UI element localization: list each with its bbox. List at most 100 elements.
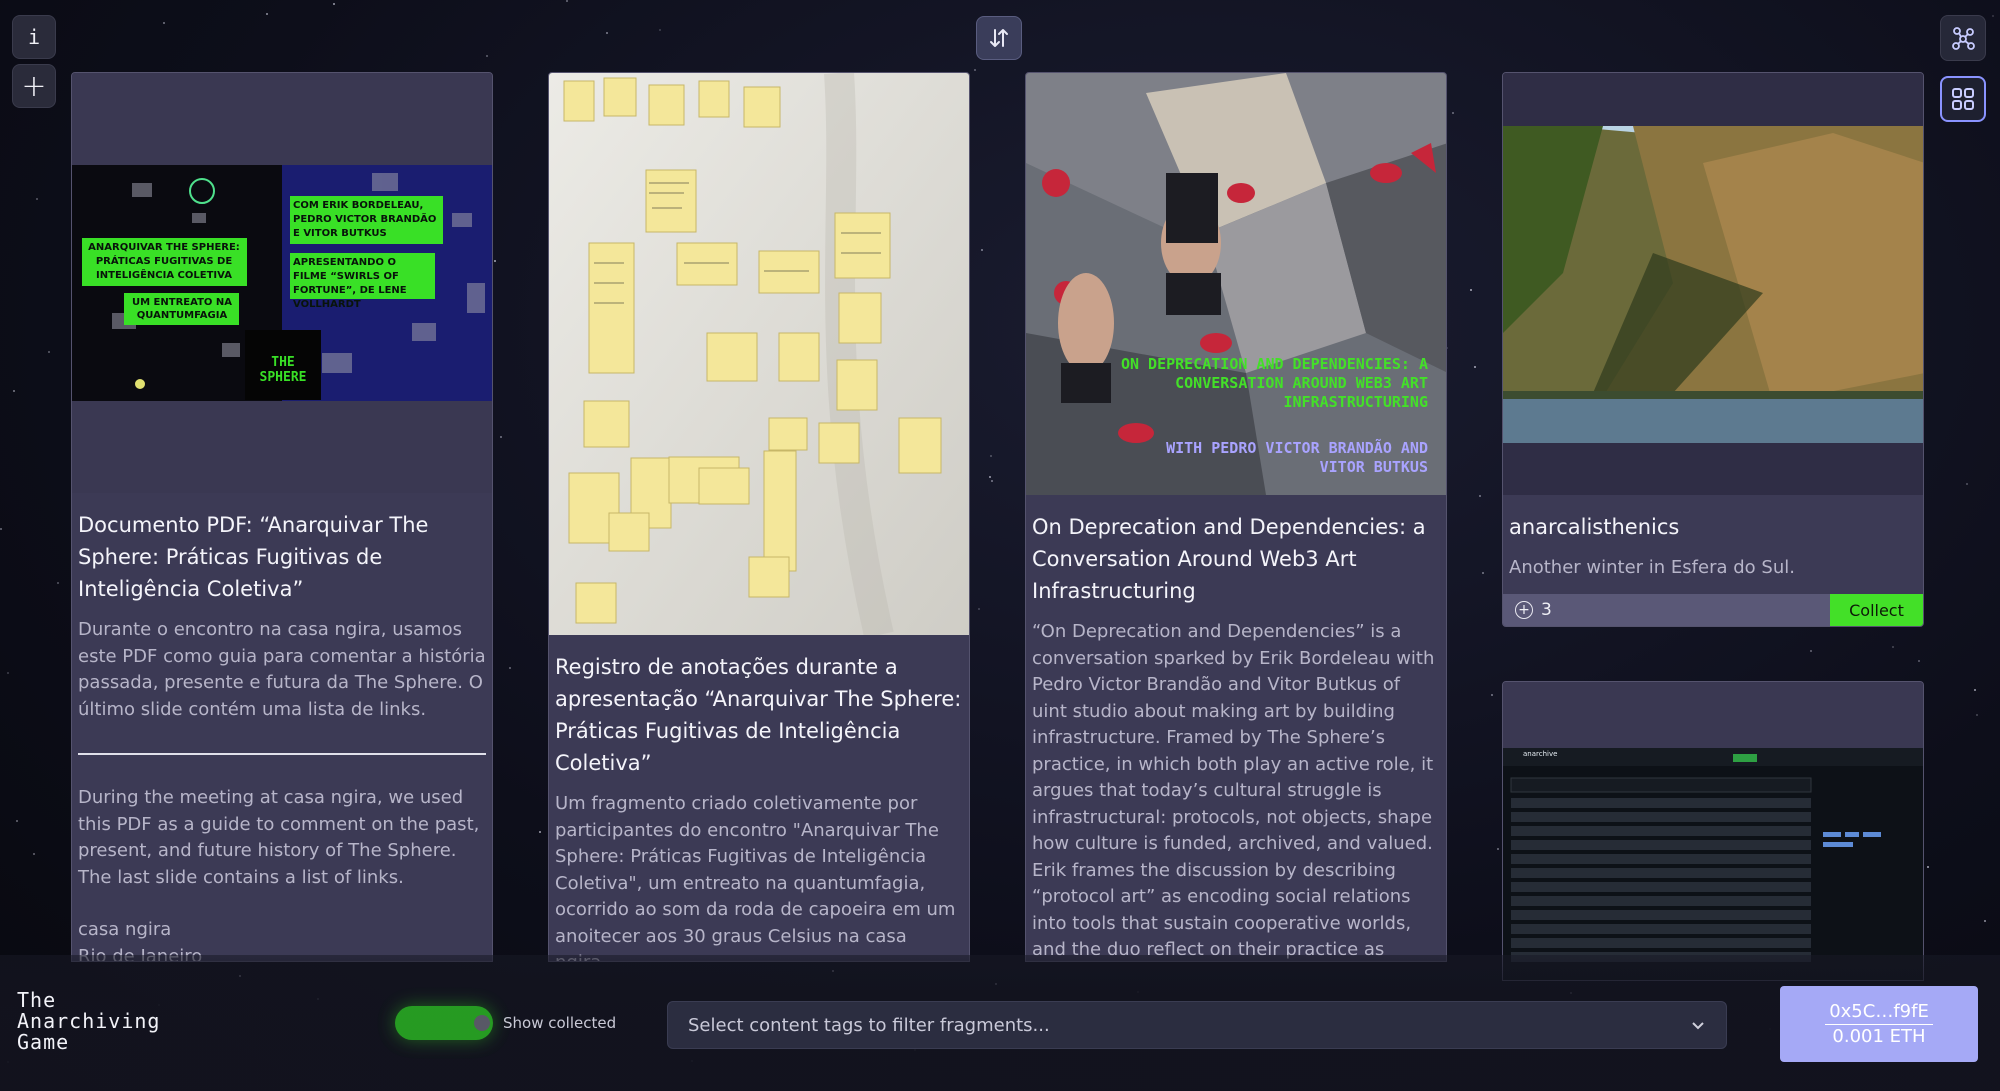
star <box>486 55 488 57</box>
star <box>1974 689 1976 691</box>
card-title: Documento PDF: “Anarquivar The Sphere: P… <box>78 513 429 601</box>
fragment-card-notes[interactable]: Registro de anotações durante a apresent… <box>548 72 970 962</box>
star <box>991 480 993 482</box>
star <box>500 436 502 438</box>
star <box>1992 15 1994 17</box>
show-collected-toggle[interactable] <box>395 1006 493 1040</box>
info-icon: i <box>27 25 41 49</box>
star <box>1892 646 1894 648</box>
sticky-notes-photo <box>549 73 969 635</box>
star <box>333 3 335 5</box>
app-title-line-1: The <box>17 988 57 1012</box>
wallet-balance: 0.001 ETH <box>1832 1025 1926 1047</box>
card-image <box>1503 73 1923 495</box>
star <box>978 608 980 610</box>
card-image <box>549 73 969 635</box>
star <box>1470 289 1472 291</box>
star <box>1497 848 1499 850</box>
star <box>494 260 496 262</box>
card-place: casa ngira <box>78 919 172 940</box>
card-description: Another winter in Esfera do Sul. <box>1509 557 1795 578</box>
pdf-cover-title: ANARQUIVAR THE SPHERE: PRÁTICAS FUGITIVA… <box>88 242 240 281</box>
card-description-en: During the meeting at casa ngira, we use… <box>78 787 480 888</box>
fragment-card-deprecation[interactable]: ON DEPRECATION AND DEPENDENCIES: A CONVE… <box>1025 72 1447 962</box>
collect-count: + 3 <box>1503 600 1830 620</box>
card-title: On Deprecation and Dependencies: a Conve… <box>1032 515 1426 603</box>
tag-filter-select[interactable]: Select content tags to filter fragments.… <box>667 1001 1727 1049</box>
graph-view-button[interactable] <box>1940 15 1986 61</box>
climbing-wall-photo <box>1026 73 1446 495</box>
star <box>266 13 268 15</box>
collect-button[interactable]: Collect <box>1830 594 1923 626</box>
fragment-card-anarcalisthenics[interactable]: anarcalisthenics Another winter in Esfer… <box>1502 72 1924 627</box>
wallet-address: 0x5C…f9fE <box>1825 1000 1933 1025</box>
card-image: anarchive <box>1503 682 1923 980</box>
image-caption-title: ON DEPRECATION AND DEPENDENCIES: A CONVE… <box>1120 355 1428 411</box>
star <box>1482 572 1484 574</box>
tag-filter-placeholder: Select content tags to filter fragments.… <box>688 1014 1050 1036</box>
star <box>1927 866 1929 868</box>
sort-arrows-icon <box>990 29 1008 47</box>
star <box>1810 650 1812 652</box>
sort-toggle-button[interactable] <box>976 16 1022 60</box>
card-image: ANARQUIVAR THE SPHERE: PRÁTICAS FUGITIVA… <box>72 73 492 493</box>
fragment-card-repository[interactable]: anarchive <box>1502 681 1924 981</box>
star <box>566 0 568 2</box>
star <box>48 351 50 353</box>
star <box>1479 495 1481 497</box>
image-caption-guests: WITH PEDRO VICTOR BRANDÃO AND VITOR BUTK… <box>1166 439 1428 476</box>
star <box>659 29 661 31</box>
pdf-cover-subtitle: UM ENTREATO NA QUANTUMFAGIA <box>132 297 232 321</box>
app-title-line-3: Game <box>17 1030 70 1054</box>
toggle-knob <box>474 1015 490 1031</box>
fragment-card-pdf[interactable]: ANARQUIVAR THE SPHERE: PRÁTICAS FUGITIVA… <box>71 72 493 962</box>
star <box>36 198 38 200</box>
collect-bar: + 3 Collect <box>1503 594 1923 626</box>
star <box>33 853 35 855</box>
pdf-cover-film: APRESENTANDO O FILME “SWIRLS OF FORTUNE”… <box>293 257 407 310</box>
star <box>13 390 15 392</box>
card-description: Um fragmento criado coletivamente por pa… <box>555 793 956 961</box>
star <box>989 476 991 478</box>
plus-circle-icon: + <box>1515 601 1533 619</box>
star <box>539 831 541 833</box>
chevron-down-icon <box>1692 1022 1704 1030</box>
show-collected-label: Show collected <box>503 1014 617 1032</box>
star <box>1984 920 1986 922</box>
divider <box>78 753 486 755</box>
star <box>1474 366 1476 368</box>
card-title: Registro de anotações durante a apresent… <box>555 655 962 775</box>
star <box>1976 714 1978 716</box>
wallet-button[interactable]: 0x5C…f9fE 0.001 ETH <box>1780 986 1978 1062</box>
card-title: anarcalisthenics <box>1509 515 1680 539</box>
pdf-cover-guests: COM ERIK BORDELEAU, PEDRO VICTOR BRANDÃO… <box>293 200 437 239</box>
star <box>1452 112 1454 114</box>
plus-icon: + <box>21 68 47 104</box>
star <box>1491 694 1493 696</box>
card-description-pt: Durante o encontro na casa ngira, usamos… <box>78 619 486 720</box>
star <box>1918 660 1920 662</box>
star <box>606 32 608 34</box>
star <box>981 249 983 251</box>
star <box>509 667 511 669</box>
graph-network-icon <box>1952 27 1975 50</box>
star <box>7 672 9 674</box>
star <box>974 69 976 71</box>
star <box>1966 483 1968 485</box>
app-title-line-2: Anarchiving <box>17 1009 161 1033</box>
github-repo-screenshot <box>1503 682 1923 980</box>
star <box>990 455 992 457</box>
mountain-photo <box>1503 73 1923 495</box>
grid-view-button[interactable] <box>1940 76 1986 122</box>
show-collected-toggle-group: Show collected <box>395 1006 616 1040</box>
card-image: ON DEPRECATION AND DEPENDENCIES: A CONVE… <box>1026 73 1446 495</box>
info-button[interactable]: i <box>12 15 56 59</box>
sphere-logo: THE SPHERE <box>259 355 307 385</box>
collect-count-value: 3 <box>1541 600 1552 620</box>
app-title: The Anarchiving Game <box>17 990 160 1053</box>
add-fragment-button[interactable]: + <box>12 64 56 108</box>
card-description: “On Deprecation and Dependencies” is a c… <box>1032 621 1435 960</box>
grid-icon <box>1952 88 1974 110</box>
star <box>57 582 59 584</box>
star <box>163 22 165 24</box>
